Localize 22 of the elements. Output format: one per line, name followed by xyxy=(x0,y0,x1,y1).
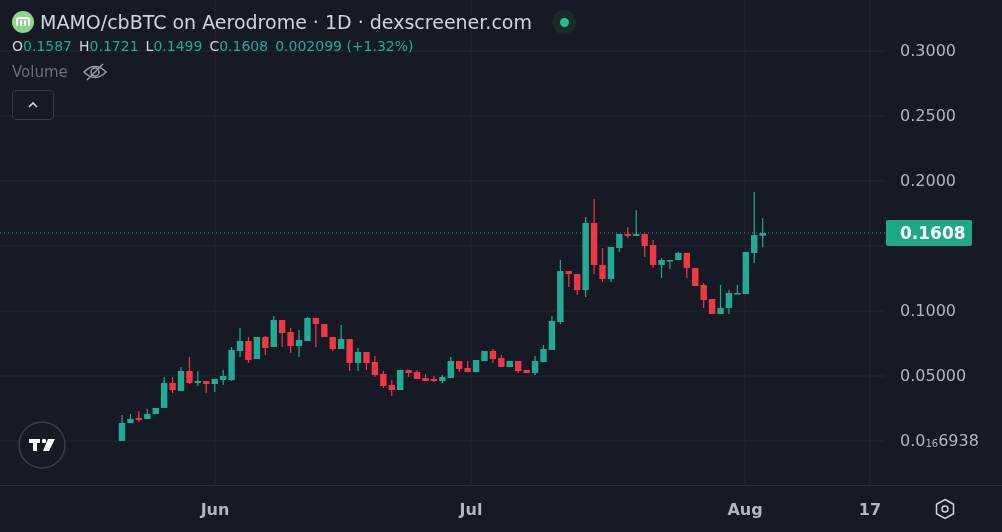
time-axis-label: 17 xyxy=(858,500,882,519)
time-axis-label: Aug xyxy=(727,500,763,519)
ohlc-value: O0.1587 xyxy=(12,38,73,54)
price-axis-label: 0.2500 xyxy=(900,106,956,126)
ohlc-value: H0.1721 xyxy=(79,38,139,54)
price-axis-label: 0.1000 xyxy=(900,301,956,321)
price-change: 0.002099 (+1.32%) xyxy=(275,38,414,54)
ohlc-value: L0.1499 xyxy=(145,38,203,54)
price-axis-label: 0.2000 xyxy=(900,171,956,191)
price-axis-label: 0.05000 xyxy=(900,366,967,386)
settings-icon[interactable] xyxy=(934,498,956,520)
tradingview-logo-icon[interactable] xyxy=(18,421,66,469)
price-axis-label: 0.3000 xyxy=(900,41,956,61)
eye-off-icon[interactable] xyxy=(81,62,108,82)
chevron-up-icon xyxy=(27,101,39,109)
volume-label: Volume xyxy=(12,63,68,81)
time-axis-label: Jun xyxy=(200,500,230,519)
chart-title: MAMO/cbBTC on Aerodrome · 1D · dexscreener.com xyxy=(40,11,532,33)
token-logo-icon xyxy=(12,11,34,33)
ohlc-value: C0.1608 xyxy=(209,38,269,54)
time-axis-label: Jul xyxy=(459,500,483,519)
last-price-tag: 0.1608 xyxy=(886,219,972,246)
